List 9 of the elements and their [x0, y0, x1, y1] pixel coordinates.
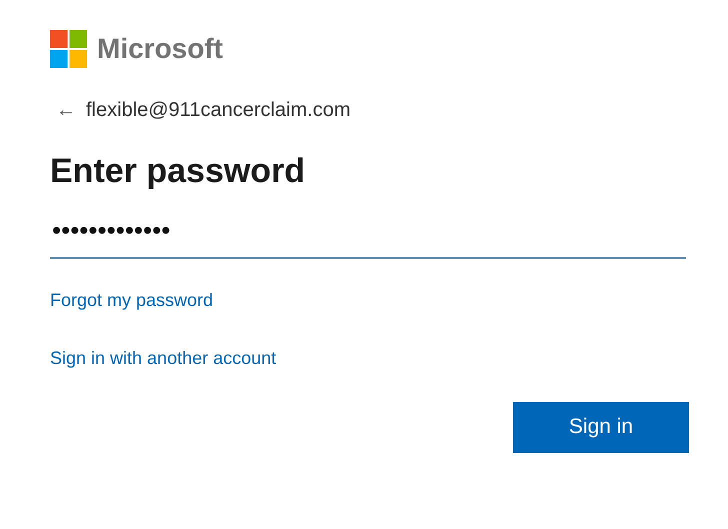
- brand-name: Microsoft: [97, 35, 223, 63]
- text-link[interactable]: Forgot my password: [50, 288, 214, 311]
- logo-icon: [50, 30, 87, 68]
- password-field[interactable]: •••••••••••••: [50, 216, 686, 258]
- account-email: flexible@911cancerclaim.com: [86, 100, 350, 120]
- text-link[interactable]: Sign in with another account: [50, 347, 276, 370]
- back-arrow[interactable]: ←: [56, 100, 76, 120]
- sign-in-button[interactable]: Sign in: [513, 402, 689, 452]
- page-title: Enter password: [50, 151, 306, 192]
